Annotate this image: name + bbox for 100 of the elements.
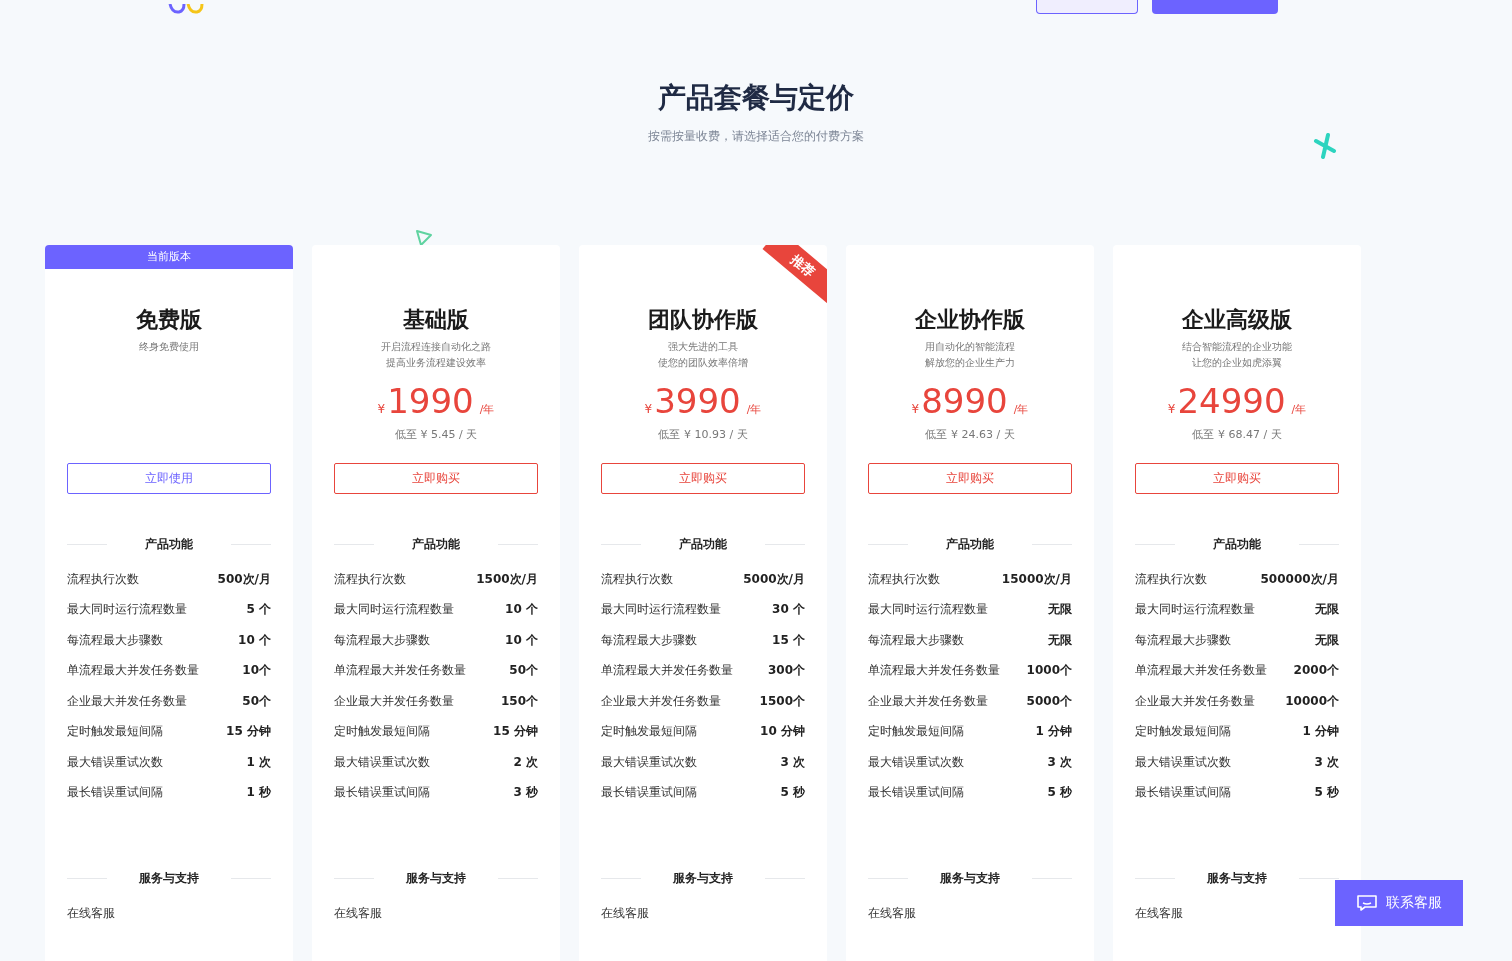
feature-value: 15 分钟	[226, 723, 271, 741]
feature-value: 2000个	[1293, 662, 1339, 680]
plan-description: 结合智能流程的企业功能 让您的企业如虎添翼	[1182, 340, 1292, 370]
feature-label: 企业最大并发任务数量	[601, 692, 721, 710]
feature-label: 最大错误重试次数	[868, 753, 964, 771]
feature-value: 50个	[509, 662, 538, 680]
feature-label: 流程执行次数	[334, 570, 406, 588]
plan-description: 强大先进的工具 使您的团队效率倍增	[658, 340, 748, 370]
section-title: 产品功能	[679, 535, 727, 553]
plan-name: 团队协作版	[648, 306, 758, 334]
feature-value: 2 次	[513, 753, 538, 771]
section-title: 服务与支持	[673, 869, 733, 887]
feature-label: 每流程最大步骤数	[1135, 631, 1231, 649]
service-item: 在线客服	[67, 904, 115, 922]
feature-label: 定时触发最短间隔	[601, 723, 697, 741]
feature-label: 最大错误重试次数	[334, 753, 430, 771]
feature-value: 1500次/月	[476, 570, 538, 588]
feature-label: 定时触发最短间隔	[868, 723, 964, 741]
recommended-ribbon: 推荐	[762, 245, 827, 303]
feature-value: 150个	[500, 692, 538, 710]
section-title: 产品功能	[1213, 535, 1261, 553]
feature-value: 无限	[1315, 631, 1339, 649]
feature-value: 5 秒	[1047, 784, 1072, 802]
feature-value: 5000次/月	[743, 570, 805, 588]
plan-price: ¥1990 /年	[377, 381, 495, 421]
section-title: 服务与支持	[139, 869, 199, 887]
feature-label: 流程执行次数	[601, 570, 673, 588]
plan-name: 企业协作版	[915, 306, 1025, 334]
feature-label: 单流程最大并发任务数量	[601, 662, 733, 680]
contact-button[interactable]: 联系客服	[1335, 880, 1463, 926]
feature-value: 10 分钟	[760, 723, 805, 741]
feature-label: 单流程最大并发任务数量	[1135, 662, 1267, 680]
feature-value: 10个	[242, 662, 271, 680]
feature-label: 每流程最大步骤数	[67, 631, 163, 649]
feature-value: 1 次	[246, 753, 271, 771]
feature-label: 企业最大并发任务数量	[868, 692, 988, 710]
daily-price: 低至 ¥ 24.63 / 天	[925, 427, 1015, 442]
feature-label: 最长错误重试间隔	[334, 784, 430, 802]
feature-value: 5 个	[246, 601, 271, 619]
plan-name: 免费版	[136, 306, 202, 334]
feature-label: 定时触发最短间隔	[1135, 723, 1231, 741]
plan-button[interactable]: 立即购买	[334, 463, 538, 494]
feature-label: 单流程最大并发任务数量	[868, 662, 1000, 680]
plan-name: 企业高级版	[1182, 306, 1292, 334]
feature-label: 单流程最大并发任务数量	[334, 662, 466, 680]
feature-value: 无限	[1048, 601, 1072, 619]
feature-label: 最大错误重试次数	[67, 753, 163, 771]
section-title: 产品功能	[946, 535, 994, 553]
chat-icon	[1356, 894, 1378, 912]
feature-label: 企业最大并发任务数量	[1135, 692, 1255, 710]
feature-value: 5 秒	[1314, 784, 1339, 802]
feature-label: 流程执行次数	[67, 570, 139, 588]
feature-label: 最大同时运行流程数量	[334, 601, 454, 619]
feature-label: 最长错误重试间隔	[601, 784, 697, 802]
section-title: 服务与支持	[940, 869, 1000, 887]
feature-value: 3 次	[1047, 753, 1072, 771]
feature-value: 5000个	[1026, 692, 1072, 710]
service-item: 在线客服	[1135, 904, 1183, 922]
feature-label: 最大同时运行流程数量	[868, 601, 988, 619]
sparkle-icon	[1312, 133, 1338, 159]
feature-label: 单流程最大并发任务数量	[67, 662, 199, 680]
plan-description: 用自动化的智能流程 解放您的企业生产力	[925, 340, 1015, 370]
feature-label: 企业最大并发任务数量	[334, 692, 454, 710]
feature-label: 最长错误重试间隔	[868, 784, 964, 802]
section-title: 服务与支持	[1207, 869, 1267, 887]
feature-value: 3 秒	[513, 784, 538, 802]
feature-value: 15000次/月	[1001, 570, 1072, 588]
feature-value: 3 次	[780, 753, 805, 771]
feature-label: 定时触发最短间隔	[334, 723, 430, 741]
plan-button[interactable]: 立即购买	[868, 463, 1072, 494]
plan-button[interactable]: 立即使用	[67, 463, 271, 494]
feature-label: 企业最大并发任务数量	[67, 692, 187, 710]
feature-label: 最大错误重试次数	[601, 753, 697, 771]
feature-label: 每流程最大步骤数	[868, 631, 964, 649]
feature-value: 300个	[767, 662, 805, 680]
feature-label: 每流程最大步骤数	[601, 631, 697, 649]
feature-value: 10 个	[505, 601, 538, 619]
feature-label: 流程执行次数	[1135, 570, 1207, 588]
plan-button[interactable]: 立即购买	[601, 463, 805, 494]
login-button[interactable]	[1036, 0, 1138, 14]
feature-label: 最大同时运行流程数量	[67, 601, 187, 619]
section-title: 产品功能	[412, 535, 460, 553]
feature-value: 15 个	[772, 631, 805, 649]
feature-value: 1 秒	[246, 784, 271, 802]
daily-price: 低至 ¥ 10.93 / 天	[658, 427, 748, 442]
page-subtitle: 按需按量收费，请选择适合您的付费方案	[647, 128, 865, 144]
feature-label: 最大同时运行流程数量	[601, 601, 721, 619]
service-item: 在线客服	[334, 904, 382, 922]
page-title: 产品套餐与定价	[657, 80, 855, 116]
feature-value: 50个	[242, 692, 271, 710]
feature-value: 3 次	[1314, 753, 1339, 771]
plan-description: 开启流程连接自动化之路 提高业务流程建设效率	[381, 340, 491, 370]
feature-label: 流程执行次数	[868, 570, 940, 588]
feature-value: 1 分钟	[1302, 723, 1339, 741]
feature-value: 1500个	[759, 692, 805, 710]
feature-value: 30 个	[772, 601, 805, 619]
plan-button[interactable]: 立即购买	[1135, 463, 1339, 494]
plan-price: ¥8990 /年	[911, 381, 1029, 421]
feature-value: 500000次/月	[1260, 570, 1339, 588]
plan-price: ¥24990 /年	[1167, 381, 1307, 421]
